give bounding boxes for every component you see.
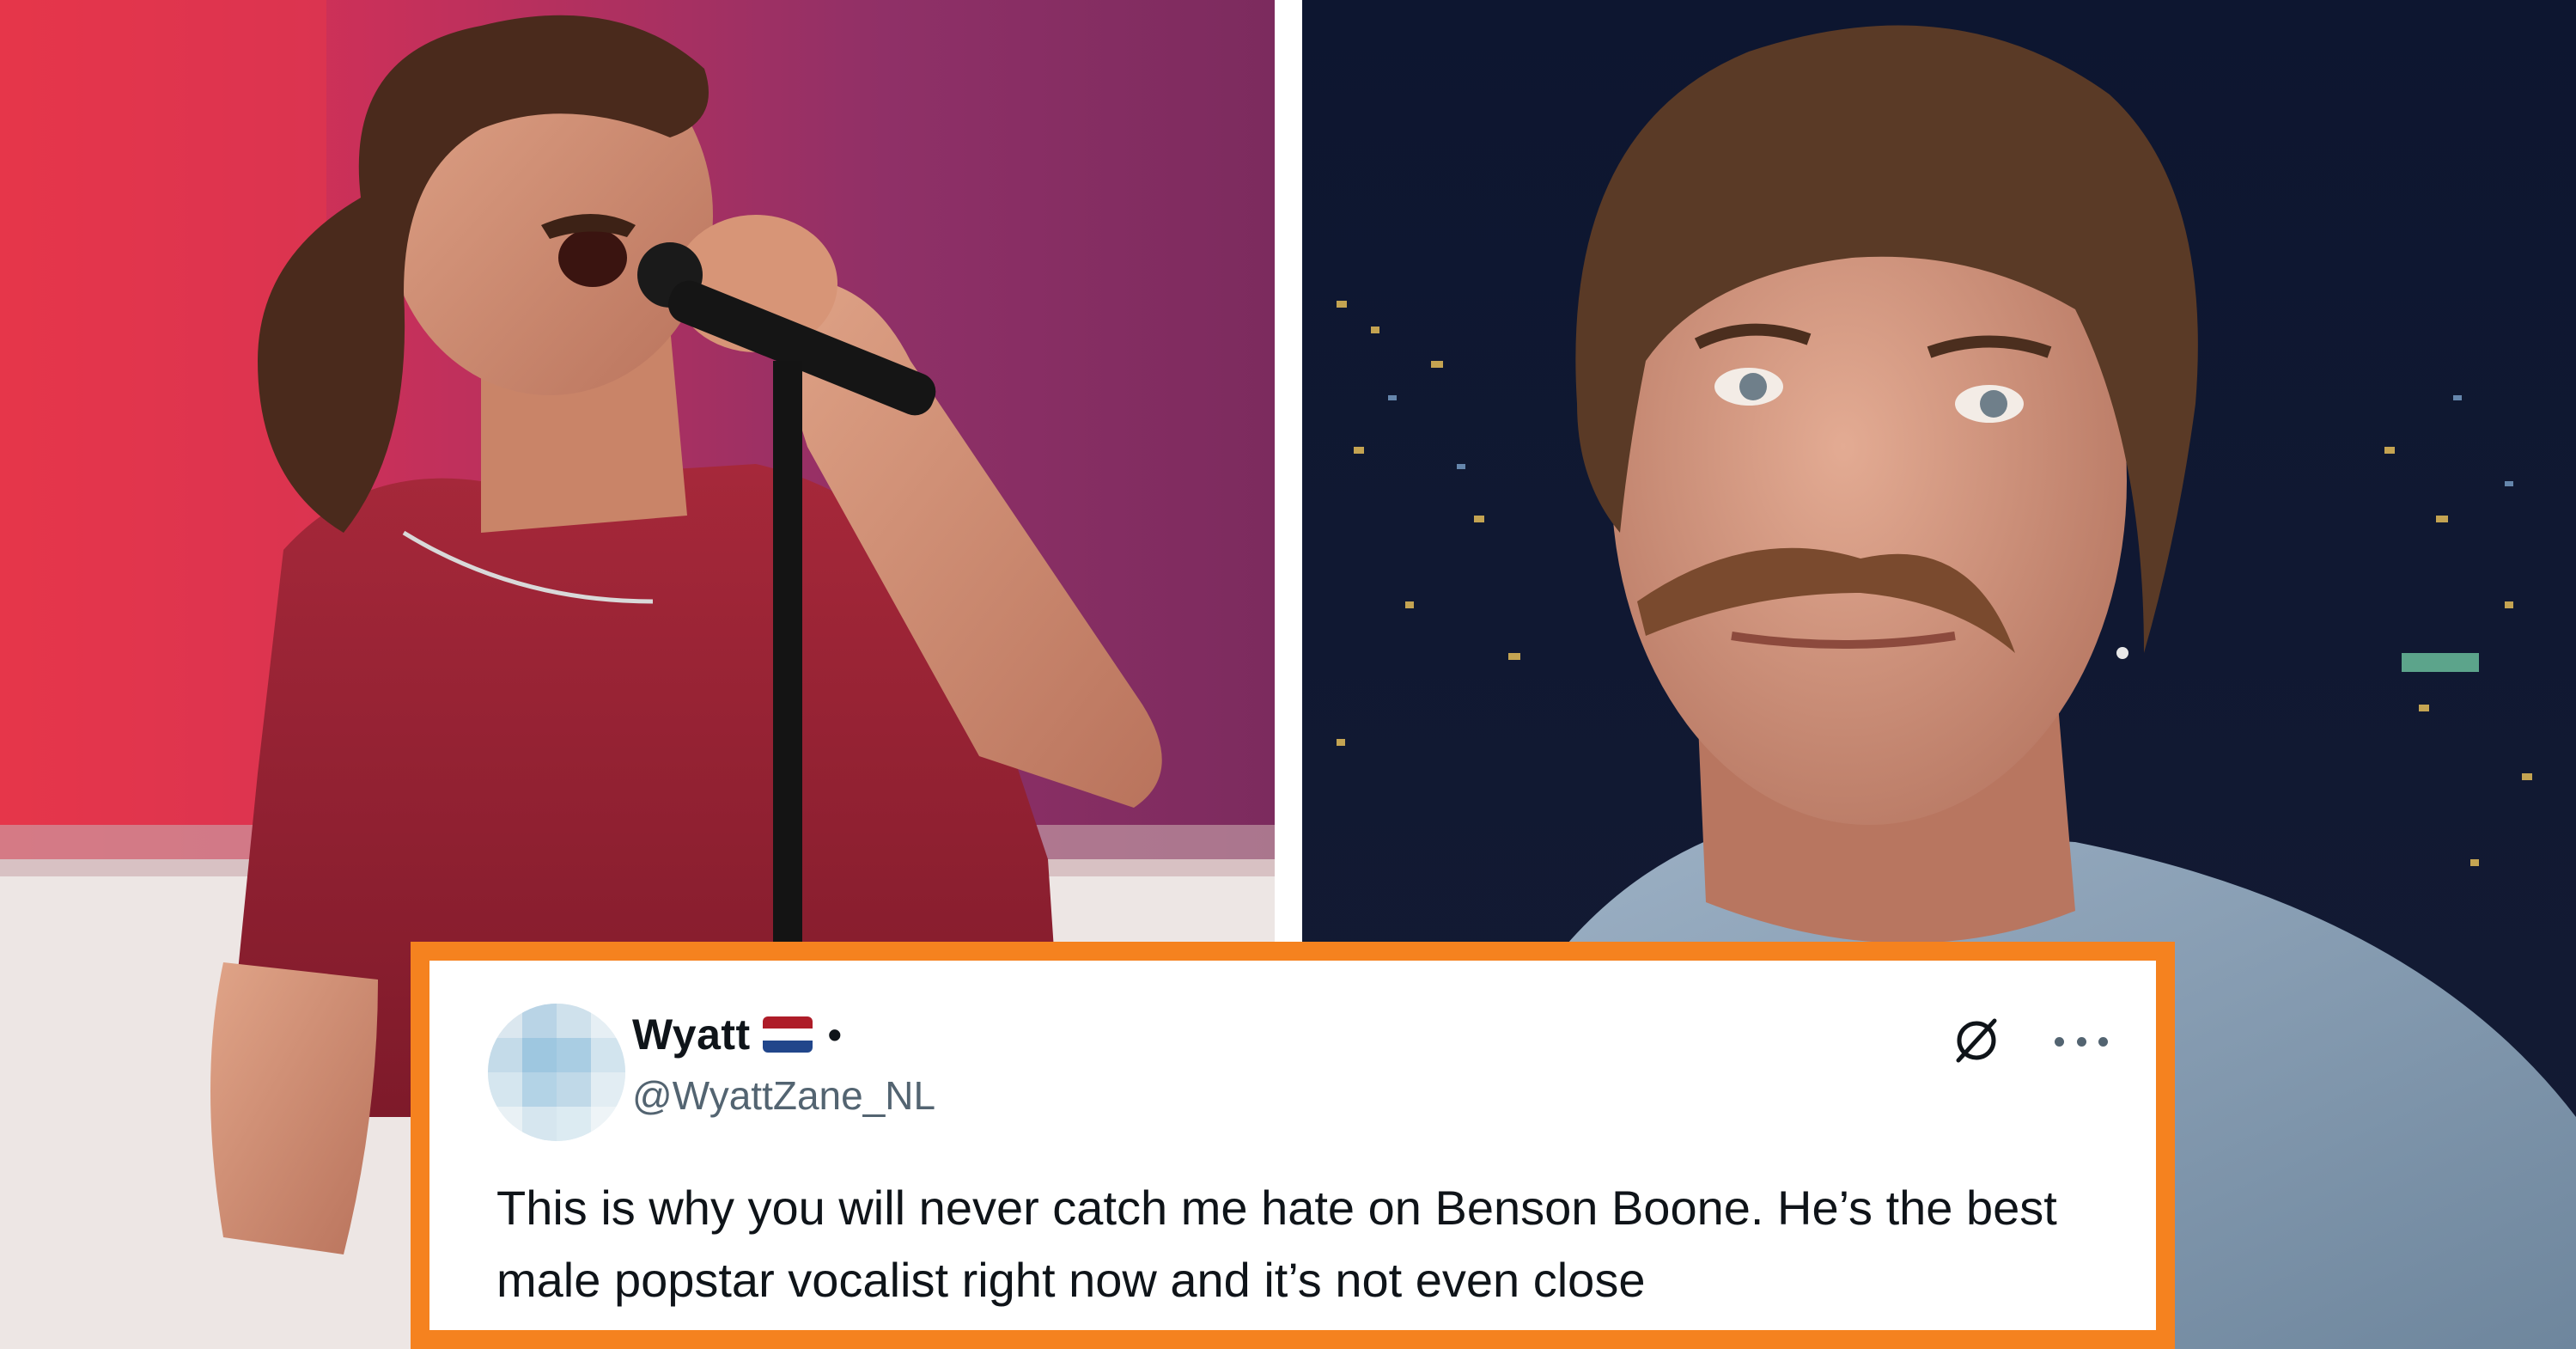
tweet-frame: Wyatt • @WyattZane_NL This is why you wi… bbox=[411, 942, 2175, 1349]
grok-icon[interactable] bbox=[1950, 1014, 2003, 1067]
more-dot bbox=[2055, 1036, 2064, 1047]
user-handle[interactable]: @WyattZane_NL bbox=[632, 1072, 935, 1119]
more-dot bbox=[2076, 1036, 2086, 1047]
display-name[interactable]: Wyatt bbox=[632, 1010, 751, 1059]
avatar-pixel bbox=[557, 1072, 591, 1107]
avatar-pixel bbox=[488, 1038, 522, 1072]
avatar-pixel bbox=[557, 1038, 591, 1072]
avatar-pixel bbox=[522, 1038, 557, 1072]
avatar-pixel bbox=[488, 1107, 522, 1141]
image-canvas: Wyatt • @WyattZane_NL This is why you wi… bbox=[0, 0, 2576, 1349]
avatar-pixel bbox=[591, 1107, 625, 1141]
avatar-pixel bbox=[557, 1107, 591, 1141]
avatar-pixel bbox=[591, 1038, 625, 1072]
avatar-pixel bbox=[557, 1004, 591, 1038]
avatar-pixel bbox=[522, 1004, 557, 1038]
tweet-card[interactable]: Wyatt • @WyattZane_NL This is why you wi… bbox=[429, 961, 2156, 1330]
more-options-icon[interactable] bbox=[2055, 1024, 2108, 1059]
avatar-pixel bbox=[522, 1107, 557, 1141]
avatar-pixel bbox=[591, 1004, 625, 1038]
avatar[interactable] bbox=[488, 1004, 625, 1141]
avatar-pixel bbox=[488, 1004, 522, 1038]
netherlands-flag-icon bbox=[762, 1016, 813, 1053]
tweet-text: This is why you will never catch me hate… bbox=[496, 1181, 2057, 1307]
avatar-pixel bbox=[522, 1072, 557, 1107]
more-dot bbox=[2098, 1036, 2108, 1047]
avatar-pixel bbox=[591, 1072, 625, 1107]
avatar-pixel bbox=[488, 1072, 522, 1107]
separator-dot: • bbox=[827, 1012, 842, 1057]
name-row: Wyatt • bbox=[632, 1009, 842, 1060]
